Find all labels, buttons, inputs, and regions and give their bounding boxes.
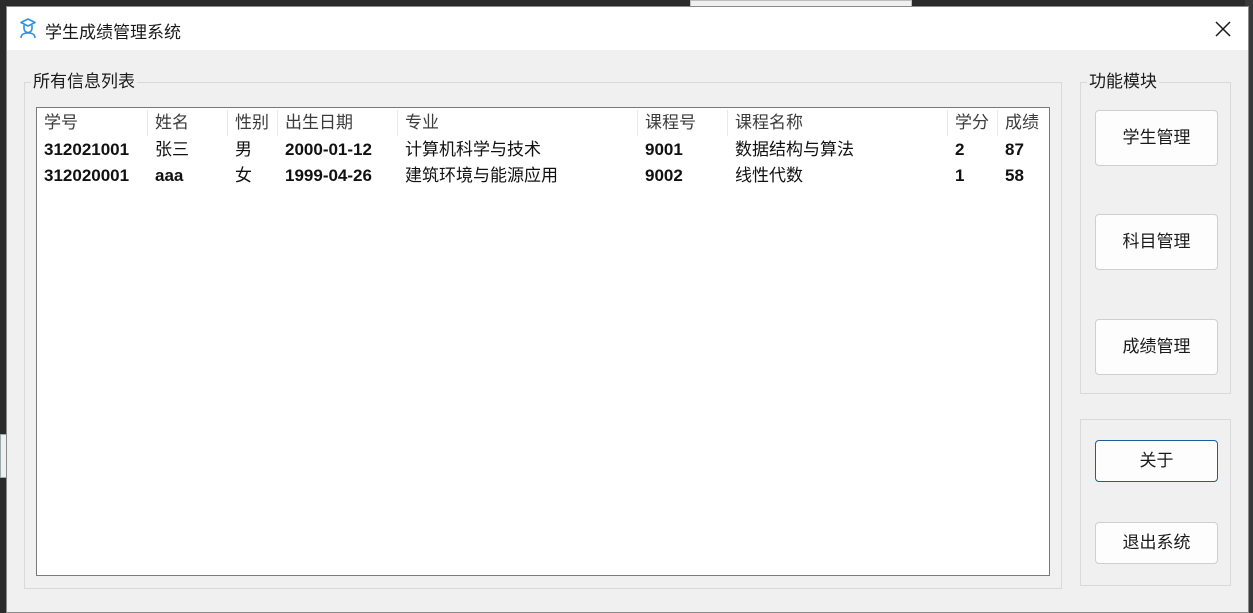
cell-birth-date: 2000-01-12 (285, 140, 372, 159)
window-title: 学生成绩管理系统 (45, 23, 181, 43)
close-button[interactable] (1198, 7, 1248, 50)
column-header-credit[interactable]: 学分 (948, 110, 998, 136)
cell-student-id: 312020001 (44, 166, 130, 185)
column-header-birth-date[interactable]: 出生日期 (278, 110, 398, 136)
cell-gender: 女 (235, 166, 252, 186)
cell-name: aaa (155, 166, 184, 185)
function-module-group-label: 功能模块 (1087, 72, 1159, 92)
close-icon (1215, 20, 1231, 37)
cell-major: 计算机科学与技术 (405, 140, 541, 160)
system-group: 关于 退出系统 (1080, 419, 1231, 586)
score-management-button[interactable]: 成绩管理 (1095, 319, 1218, 375)
column-header-student-id[interactable]: 学号 (37, 110, 148, 136)
column-header-score[interactable]: 成绩 (998, 110, 1049, 136)
cell-credit: 2 (955, 140, 965, 159)
cell-course-id: 9002 (645, 166, 683, 185)
function-module-group: 功能模块 学生管理 科目管理 成绩管理 (1080, 72, 1231, 394)
graduate-icon (20, 18, 36, 39)
main-window: 学生成绩管理系统 所有信息列表 学号 姓名 性别 出生日期 专业 课程号 课程名… (6, 6, 1249, 613)
column-header-course-name[interactable]: 课程名称 (728, 110, 948, 136)
info-list-group: 所有信息列表 学号 姓名 性别 出生日期 专业 课程号 课程名称 学分 成绩 3… (24, 72, 1062, 589)
column-header-name[interactable]: 姓名 (148, 110, 228, 136)
table-row[interactable]: 312020001 aaa 女 1999-04-26 建筑环境与能源应用 900… (37, 163, 1049, 189)
cell-credit: 1 (955, 166, 965, 185)
cell-score: 87 (1005, 140, 1024, 159)
column-header-course-id[interactable]: 课程号 (638, 110, 728, 136)
cell-course-name: 线性代数 (735, 166, 803, 186)
cell-gender: 男 (235, 140, 252, 160)
about-button[interactable]: 关于 (1095, 440, 1218, 482)
list-header: 学号 姓名 性别 出生日期 专业 课程号 课程名称 学分 成绩 (37, 110, 1049, 136)
info-list-view[interactable]: 学号 姓名 性别 出生日期 专业 课程号 课程名称 学分 成绩 31202100… (36, 107, 1050, 576)
exit-system-button[interactable]: 退出系统 (1095, 522, 1218, 564)
cell-major: 建筑环境与能源应用 (405, 166, 558, 186)
student-management-button[interactable]: 学生管理 (1095, 110, 1218, 166)
cell-score: 58 (1005, 166, 1024, 185)
cell-birth-date: 1999-04-26 (285, 166, 372, 185)
cell-course-id: 9001 (645, 140, 683, 159)
course-management-button[interactable]: 科目管理 (1095, 214, 1218, 270)
cell-name: 张三 (155, 140, 189, 160)
column-header-major[interactable]: 专业 (398, 110, 638, 136)
column-header-gender[interactable]: 性别 (228, 110, 278, 136)
title-bar[interactable]: 学生成绩管理系统 (7, 7, 1248, 50)
cell-course-name: 数据结构与算法 (735, 140, 854, 160)
table-row[interactable]: 312021001 张三 男 2000-01-12 计算机科学与技术 9001 … (37, 137, 1049, 163)
info-list-group-label: 所有信息列表 (31, 72, 137, 92)
cell-student-id: 312021001 (44, 140, 130, 159)
